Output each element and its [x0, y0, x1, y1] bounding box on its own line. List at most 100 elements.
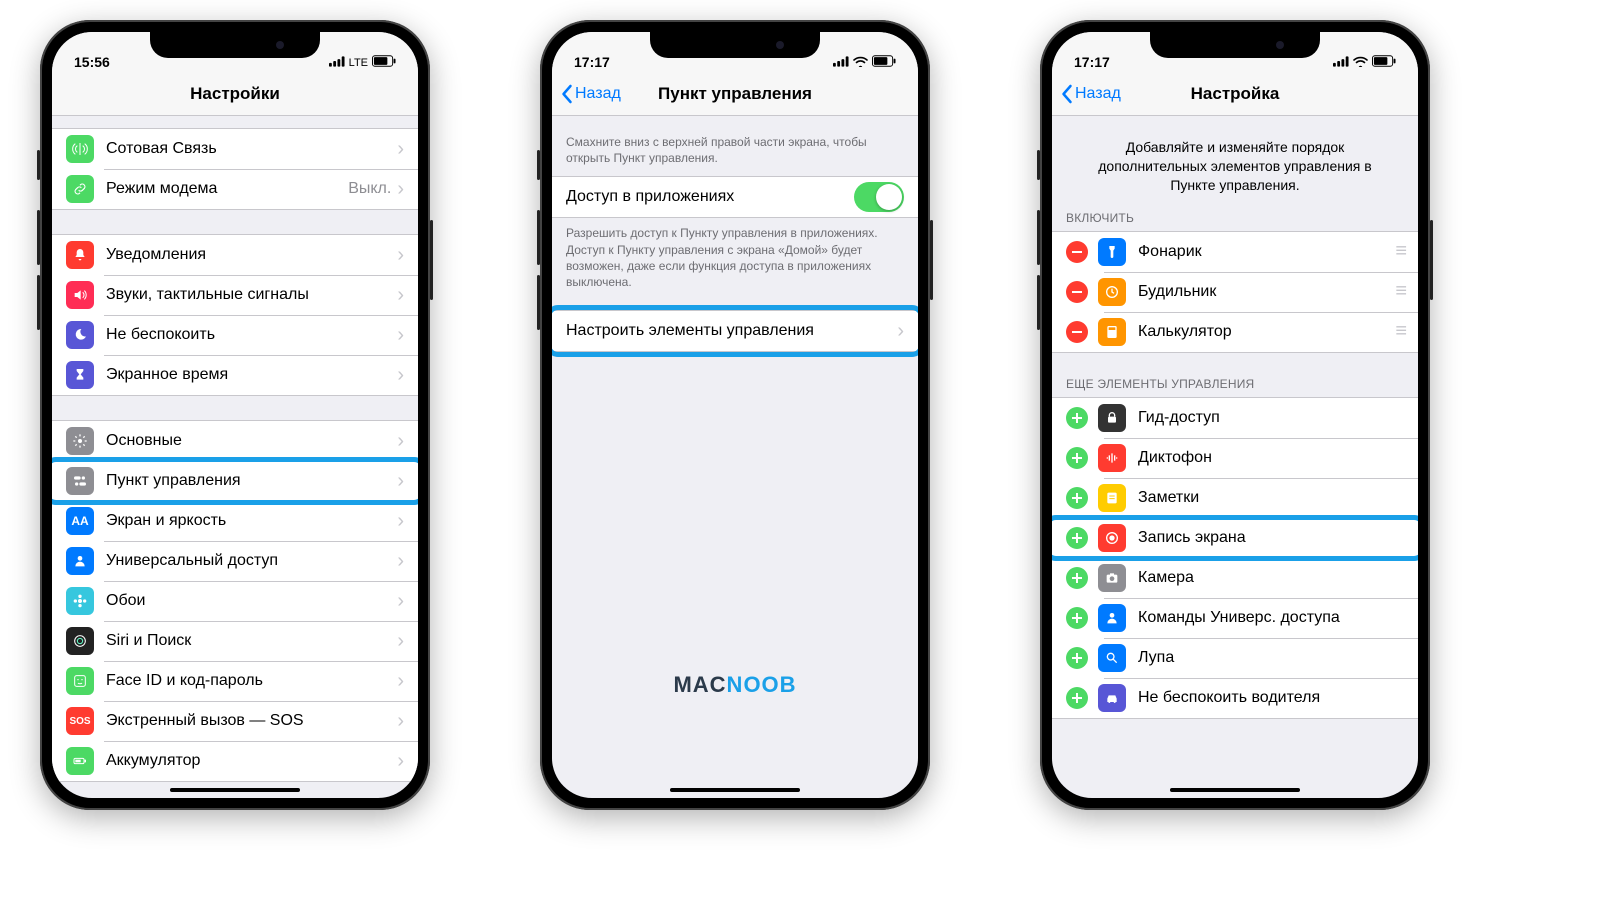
person-icon — [1098, 604, 1126, 632]
settings-row-display[interactable]: AAЭкран и яркость› — [52, 501, 418, 541]
control-row-camera[interactable]: Камера — [1052, 558, 1418, 598]
settings-list[interactable]: Сотовая Связь›Режим модемаВыкл.› Уведомле… — [52, 116, 418, 798]
nav-title: Настройки — [190, 84, 280, 104]
settings-row-general[interactable]: Основные› — [52, 421, 418, 461]
add-button[interactable] — [1066, 687, 1088, 709]
phone-control-center: 17:17 Назад Пункт управления Смахните вн… — [540, 20, 930, 810]
home-indicator[interactable] — [170, 788, 300, 792]
wave-icon — [1098, 444, 1126, 472]
add-button[interactable] — [1066, 447, 1088, 469]
row-label: Будильник — [1138, 283, 1395, 301]
link-icon — [66, 175, 94, 203]
drag-handle-icon[interactable]: ≡ — [1395, 240, 1404, 263]
aa-icon: AA — [66, 507, 94, 535]
signal-icon — [1333, 56, 1349, 70]
settings-row-wallpaper[interactable]: Обои› — [52, 581, 418, 621]
settings-row-hotspot[interactable]: Режим модемаВыкл.› — [52, 169, 418, 209]
row-detail: Выкл. — [348, 180, 391, 198]
chevron-icon: › — [397, 285, 404, 305]
add-button[interactable] — [1066, 647, 1088, 669]
settings-row-faceid[interactable]: Face ID и код-пароль› — [52, 661, 418, 701]
row-label: Заметки — [1138, 489, 1404, 507]
nav-title: Пункт управления — [658, 84, 812, 104]
footer-text: Разрешить доступ к Пункту управления в п… — [552, 218, 918, 292]
chevron-icon: › — [397, 631, 404, 651]
home-indicator[interactable] — [670, 788, 800, 792]
status-time: 17:17 — [574, 54, 610, 70]
battery-icon — [372, 55, 396, 70]
notch — [1150, 32, 1320, 58]
bell-icon — [66, 241, 94, 269]
car-icon — [1098, 684, 1126, 712]
settings-row-siri[interactable]: Siri и Поиск› — [52, 621, 418, 661]
chevron-icon: › — [397, 751, 404, 771]
settings-row-sounds[interactable]: Звуки, тактильные сигналы› — [52, 275, 418, 315]
control-row-guided[interactable]: Гид-доступ — [1052, 398, 1418, 438]
remove-button[interactable] — [1066, 241, 1088, 263]
face-icon — [66, 667, 94, 695]
gear-icon — [66, 427, 94, 455]
row-label: Уведомления — [106, 246, 397, 264]
battery-icon — [1372, 55, 1396, 70]
search-icon — [1098, 644, 1126, 672]
control-row-voice-memos[interactable]: Диктофон — [1052, 438, 1418, 478]
row-label: Диктофон — [1138, 449, 1404, 467]
add-button[interactable] — [1066, 407, 1088, 429]
drag-handle-icon[interactable]: ≡ — [1395, 320, 1404, 343]
row-label: Обои — [106, 592, 397, 610]
phone-customize-controls: 17:17 Назад Настройка Добавляйте и измен… — [1040, 20, 1430, 810]
camera-icon — [1098, 564, 1126, 592]
notch — [150, 32, 320, 58]
row-label: Экран и яркость — [106, 512, 397, 530]
back-button[interactable]: Назад — [560, 84, 621, 104]
control-row-magnifier[interactable]: Лупа — [1052, 638, 1418, 678]
switches-icon — [66, 467, 94, 495]
status-time: 15:56 — [74, 54, 110, 70]
settings-row-sos[interactable]: SOSЭкстренный вызов — SOS› — [52, 701, 418, 741]
control-row-alarm[interactable]: Будильник≡ — [1052, 272, 1418, 312]
hourglass-icon — [66, 361, 94, 389]
row-label: Основные — [106, 432, 397, 450]
control-row-driving[interactable]: Не беспокоить водителя — [1052, 678, 1418, 718]
battery-icon — [66, 747, 94, 775]
row-label: Запись экрана — [1138, 529, 1404, 547]
settings-row-cellular[interactable]: Сотовая Связь› — [52, 129, 418, 169]
customize-list[interactable]: Добавляйте и изменяйте порядок дополните… — [1052, 116, 1418, 798]
nav-bar: Настройки — [52, 72, 418, 116]
wifi-icon — [853, 56, 868, 70]
row-label: Не беспокоить — [106, 326, 397, 344]
settings-row-accessibility[interactable]: Универсальный доступ› — [52, 541, 418, 581]
control-row-flashlight[interactable]: Фонарик≡ — [1052, 232, 1418, 272]
control-row-screen-record[interactable]: Запись экрана — [1052, 518, 1418, 558]
control-row-calculator[interactable]: Калькулятор≡ — [1052, 312, 1418, 352]
home-indicator[interactable] — [1170, 788, 1300, 792]
add-button[interactable] — [1066, 527, 1088, 549]
remove-button[interactable] — [1066, 281, 1088, 303]
settings-row-notifications[interactable]: Уведомления› — [52, 235, 418, 275]
settings-row-dnd[interactable]: Не беспокоить› — [52, 315, 418, 355]
settings-row-battery[interactable]: Аккумулятор› — [52, 741, 418, 781]
control-row-a11y-shortcut[interactable]: Команды Универс. доступа — [1052, 598, 1418, 638]
row-label: Пункт управления — [106, 472, 397, 490]
section-header: ВКЛЮЧИТЬ — [1052, 205, 1418, 231]
settings-row-control-center[interactable]: Пункт управления› — [52, 461, 418, 501]
add-button[interactable] — [1066, 487, 1088, 509]
access-in-apps-row[interactable]: Доступ в приложениях — [552, 177, 918, 217]
remove-button[interactable] — [1066, 321, 1088, 343]
customize-controls-row[interactable]: Настроить элементы управления › — [552, 311, 918, 351]
back-label: Назад — [575, 85, 621, 103]
row-label: Универсальный доступ — [106, 552, 397, 570]
control-row-notes[interactable]: Заметки — [1052, 478, 1418, 518]
toggle-switch[interactable] — [854, 182, 904, 212]
row-label: Доступ в приложениях — [566, 188, 854, 206]
add-button[interactable] — [1066, 567, 1088, 589]
add-button[interactable] — [1066, 607, 1088, 629]
note-icon — [1098, 484, 1126, 512]
settings-row-screentime[interactable]: Экранное время› — [52, 355, 418, 395]
flower-icon — [66, 587, 94, 615]
row-label: Экстренный вызов — SOS — [106, 712, 397, 730]
status-time: 17:17 — [1074, 54, 1110, 70]
calc-icon — [1098, 318, 1126, 346]
back-button[interactable]: Назад — [1060, 84, 1121, 104]
drag-handle-icon[interactable]: ≡ — [1395, 280, 1404, 303]
